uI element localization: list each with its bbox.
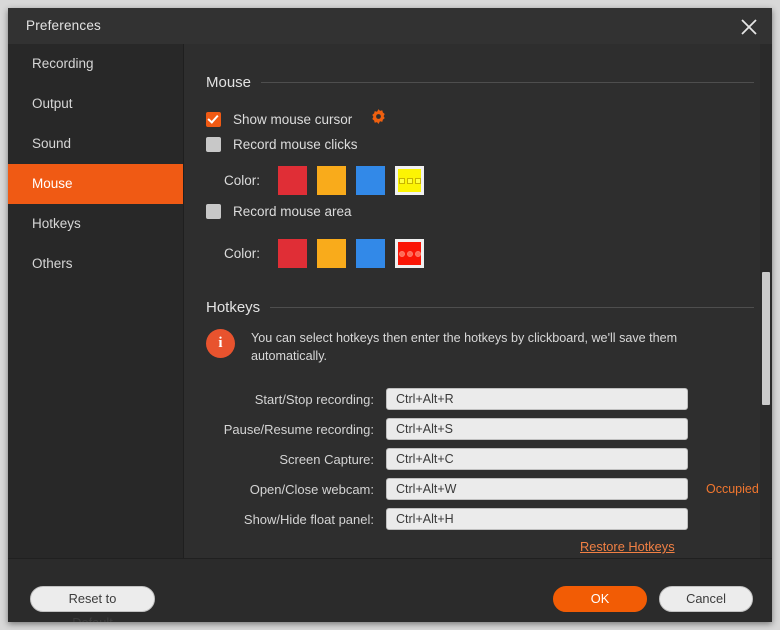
record-mouse-area-checkbox[interactable] — [206, 204, 221, 219]
content-scrollbar-track[interactable] — [760, 44, 772, 558]
sidebar-item-mouse[interactable]: Mouse — [8, 164, 183, 204]
preferences-window: Preferences Recording Output Sound Mouse… — [8, 8, 772, 622]
sidebar-item-sound[interactable]: Sound — [8, 124, 183, 164]
hotkey-row-start-stop-recording: Start/Stop recording: — [206, 388, 688, 410]
close-icon[interactable] — [734, 12, 764, 40]
content-scrollbar-thumb[interactable] — [762, 272, 770, 405]
clicks-color-label: Color: — [223, 173, 260, 188]
cancel-button[interactable]: Cancel — [659, 586, 753, 612]
area-color-label: Color: — [223, 246, 260, 261]
ok-button[interactable]: OK — [553, 586, 647, 612]
sidebar-item-recording[interactable]: Recording — [8, 44, 183, 84]
hotkey-label: Screen Capture: — [279, 451, 374, 467]
sidebar: Recording Output Sound Mouse Hotkeys Oth… — [8, 44, 184, 558]
hotkey-label: Show/Hide float panel: — [243, 511, 374, 527]
sidebar-item-label: Hotkeys — [32, 216, 81, 231]
settings-content-panel: Mouse Show mouse cursor Record mouse cli… — [184, 44, 772, 558]
color-swatch-orange[interactable] — [317, 239, 346, 268]
hotkey-input-show-hide-float-panel[interactable] — [386, 508, 688, 530]
sidebar-item-label: Sound — [32, 136, 72, 151]
sidebar-item-label: Recording — [32, 56, 94, 71]
color-swatch-blue[interactable] — [356, 239, 385, 268]
hotkey-label: Pause/Resume recording: — [223, 421, 374, 437]
color-swatch-red[interactable] — [278, 239, 307, 268]
hotkey-label: Open/Close webcam: — [249, 481, 374, 497]
hotkey-row-open-close-webcam: Open/Close webcam: Occupied — [206, 478, 759, 500]
area-color-row: Color: — [206, 239, 434, 268]
title-bar: Preferences — [8, 8, 772, 44]
hotkey-input-pause-resume-recording[interactable] — [386, 418, 688, 440]
hotkey-label: Start/Stop recording: — [254, 391, 374, 407]
restore-hotkeys-link[interactable]: Restore Hotkeys — [580, 539, 675, 554]
color-swatch-blue[interactable] — [356, 166, 385, 195]
sidebar-item-others[interactable]: Others — [8, 244, 183, 284]
mouse-group-title: Mouse — [206, 74, 252, 91]
hotkey-row-pause-resume-recording: Pause/Resume recording: — [206, 418, 688, 440]
gear-icon[interactable] — [370, 108, 387, 130]
record-mouse-clicks-label: Record mouse clicks — [233, 137, 358, 152]
show-mouse-cursor-checkbox[interactable] — [206, 111, 221, 127]
color-swatch-red[interactable] — [278, 166, 307, 195]
record-mouse-area-row[interactable]: Record mouse area — [206, 204, 352, 219]
record-mouse-clicks-checkbox[interactable] — [206, 137, 221, 152]
hotkeys-info-banner: i You can select hotkeys then enter the … — [206, 329, 691, 366]
color-swatch-orange[interactable] — [317, 166, 346, 195]
sidebar-item-label: Mouse — [32, 176, 73, 191]
hotkey-status-occupied: Occupied — [706, 482, 759, 496]
group-divider — [270, 307, 754, 308]
group-divider — [261, 82, 754, 83]
show-mouse-cursor-label: Show mouse cursor — [233, 111, 353, 127]
sidebar-item-label: Output — [32, 96, 73, 111]
record-mouse-clicks-row[interactable]: Record mouse clicks — [206, 137, 358, 152]
hotkeys-group-header: Hotkeys — [206, 299, 754, 316]
window-title: Preferences — [26, 18, 101, 33]
sidebar-item-hotkeys[interactable]: Hotkeys — [8, 204, 183, 244]
sidebar-item-output[interactable]: Output — [8, 84, 183, 124]
hotkeys-group-title: Hotkeys — [206, 299, 261, 316]
color-swatch-custom[interactable] — [395, 239, 424, 268]
color-swatch-custom[interactable] — [395, 166, 424, 195]
hotkeys-info-text: You can select hotkeys then enter the ho… — [251, 331, 678, 364]
show-mouse-cursor-row[interactable]: Show mouse cursor — [206, 108, 387, 130]
reset-to-default-button[interactable]: Reset to Default — [30, 586, 155, 622]
info-icon: i — [206, 329, 235, 358]
hotkey-row-screen-capture: Screen Capture: — [206, 448, 688, 470]
record-mouse-area-label: Record mouse area — [233, 204, 352, 219]
sidebar-item-label: Others — [32, 256, 73, 271]
hotkey-input-open-close-webcam[interactable] — [386, 478, 688, 500]
mouse-group-header: Mouse — [206, 74, 754, 91]
clicks-color-row: Color: — [206, 166, 434, 195]
dialog-footer: Reset to Default OK Cancel — [8, 558, 772, 622]
hotkey-row-show-hide-float-panel: Show/Hide float panel: — [206, 508, 688, 530]
hotkey-input-start-stop-recording[interactable] — [386, 388, 688, 410]
hotkey-input-screen-capture[interactable] — [386, 448, 688, 470]
